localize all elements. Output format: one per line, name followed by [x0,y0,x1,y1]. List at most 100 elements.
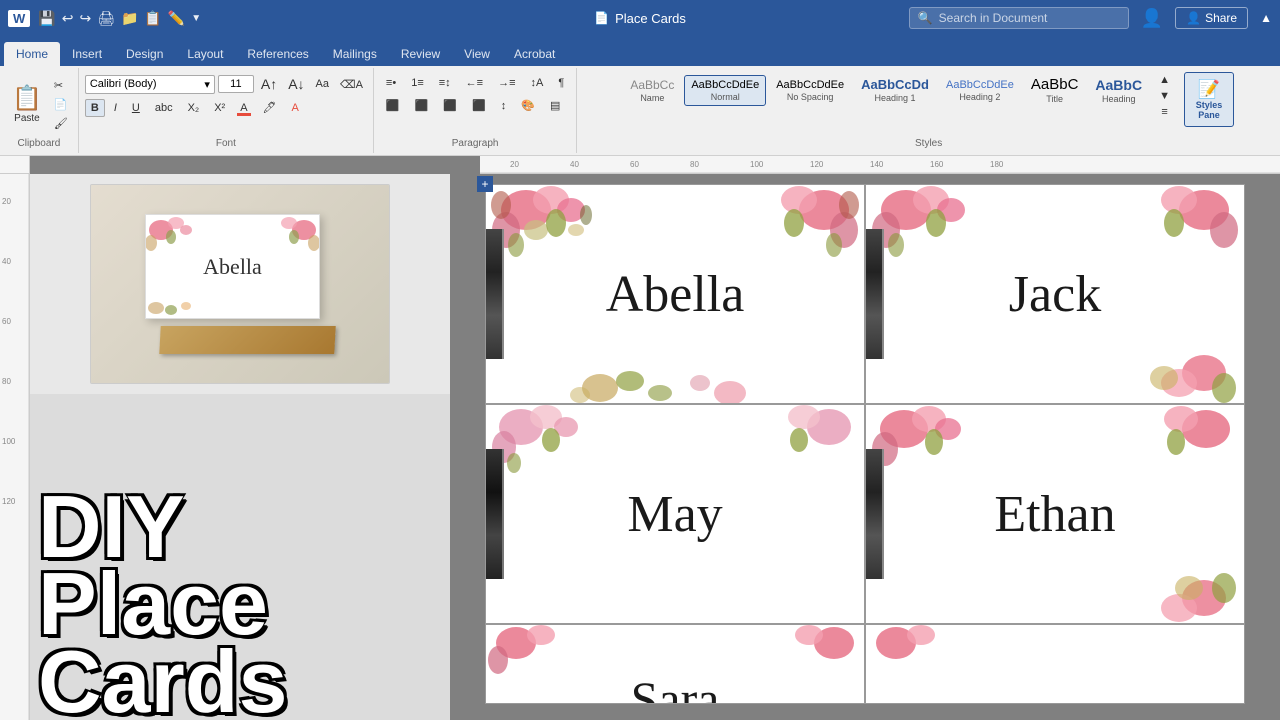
highlight-button[interactable]: 🖊 [257,98,283,117]
sort-button[interactable]: ↕A [525,74,550,92]
main-area: 20 40 60 80 100 120 [0,174,1280,720]
save-icon[interactable]: 💾 [38,10,55,27]
align-center-button[interactable]: ⬛ [409,96,435,115]
redo-icon[interactable]: ↪ [79,10,91,27]
card-abella[interactable]: Abella [485,184,865,404]
numbering-button[interactable]: 1≡ [405,74,430,92]
line-spacing-button[interactable]: ↕ [495,97,513,115]
align-right-button[interactable]: ⬛ [437,96,463,115]
search-bar[interactable]: 🔍 [909,7,1129,29]
card-jack[interactable]: Jack [865,184,1245,404]
tab-acrobat[interactable]: Acrobat [502,42,567,66]
quick-access-toolbar: 💾 ↩ ↪ 🖨 📁 📋 ✏️ ▼ [38,10,201,27]
style-heading-extra[interactable]: AaBbC Heading [1088,73,1149,108]
tab-references[interactable]: References [235,42,320,66]
bold-button[interactable]: B [85,99,105,117]
doc-area: + [450,174,1280,720]
font-shrink-button[interactable]: A↓ [284,74,308,94]
styles-scroll-up[interactable]: ▲ [1155,72,1174,88]
thumbnail-background: Abella [91,185,389,383]
font-row-top: Calibri (Body) ▾ 11 A↑ A↓ Aa ⌫A [85,74,367,94]
borders-button[interactable]: ▤ [544,96,566,115]
undo-icon[interactable]: ↩ [62,10,74,27]
styles-pane-button[interactable]: 📝 StylesPane [1184,72,1234,127]
increase-indent-button[interactable]: →≡ [492,74,521,92]
styles-scroll-down[interactable]: ▼ [1155,88,1174,104]
bold-label: B [91,102,99,114]
tab-mailings[interactable]: Mailings [321,42,389,66]
card3-name: May [627,485,722,544]
paste-icon: 📋 [12,84,42,113]
style-heading2[interactable]: AaBbCcDdEe Heading 2 [939,75,1021,106]
clear-format-button[interactable]: ⌫A [336,76,367,93]
customize-qa-icon[interactable]: ▼ [191,13,201,24]
style-name[interactable]: AaBbCc Name [623,74,681,107]
card1-feather-left [486,229,504,360]
multilevel-button[interactable]: ≡↕ [433,74,457,92]
card2-name: Jack [1009,265,1101,324]
style-heading1-label: Heading 1 [875,93,916,103]
thumbnail-card-face: Abella [145,214,320,319]
tab-view[interactable]: View [452,42,502,66]
ribbon-tabs: Home Insert Design Layout References Mai… [0,36,1280,66]
share-icon: 👤 [1186,11,1201,25]
strikethrough-button[interactable]: abc [149,99,179,117]
subscript-button[interactable]: X₂ [182,99,206,117]
superscript-button[interactable]: X² [208,99,231,117]
cut-button[interactable]: ✂ [50,77,72,94]
paragraph-label: Paragraph [452,138,499,151]
card-ethan[interactable]: Ethan [865,404,1245,624]
search-input[interactable] [939,11,1120,25]
underline-button[interactable]: U [126,99,146,117]
format-painter-button[interactable]: 🖌 [50,115,72,132]
text-color-button[interactable]: A [234,99,253,117]
style-no-spacing[interactable]: AaBbCcDdEe No Spacing [769,75,851,106]
tab-review[interactable]: Review [389,42,452,66]
font-grow-button[interactable]: A↑ [257,74,281,94]
styles-section: AaBbCc Name AaBbCcDdEe Normal AaBbCcDdEe… [577,68,1280,153]
table-move-handle[interactable]: + [477,176,493,192]
change-case-button[interactable]: Aa [312,76,333,92]
card-partial-left[interactable]: Sara [485,624,865,704]
align-left-button[interactable]: ⬛ [380,96,406,115]
touch-icon[interactable]: ✏️ [168,10,185,27]
font-name-dropdown[interactable]: Calibri (Body) ▾ [85,75,215,94]
share-button[interactable]: 👤 Share [1175,7,1248,29]
tab-layout[interactable]: Layout [175,42,235,66]
style-heading1[interactable]: AaBbCcDd Heading 1 [854,73,936,107]
vert-ruler-svg: 20 40 60 80 100 120 [0,174,29,720]
card2-feather-left [866,229,884,360]
shading-button[interactable]: 🎨 [515,96,541,115]
tab-home[interactable]: Home [4,42,60,66]
paragraph-row-bottom: ⬛ ⬛ ⬛ ⬛ ↕ 🎨 ▤ [380,96,570,115]
cut-icon: ✂ [54,79,63,92]
tab-insert[interactable]: Insert [60,42,114,66]
italic-button[interactable]: I [108,99,123,117]
copy-button[interactable]: 📄 [50,96,72,113]
style-normal[interactable]: AaBbCcDdEe Normal [684,75,766,106]
print-icon[interactable]: 🖨 [97,10,115,27]
thumbnail-floral-bl [146,288,216,318]
partial-floral-tr [764,625,864,685]
card4-name: Ethan [994,485,1115,544]
user-account-icon[interactable]: 👤 [1141,8,1163,29]
paste-button[interactable]: 📋 Paste [6,80,48,128]
diy-title-text: DIY Place Cards [38,488,450,720]
bullets-button[interactable]: ≡• [380,74,402,92]
left-sidebar: Abella DIY Place Cards [30,174,450,720]
font-size-box[interactable]: 11 [218,75,254,93]
open-icon[interactable]: 📁 [121,10,138,27]
format-painter-icon: 🖌 [54,117,68,130]
ribbon-collapse-icon[interactable]: ▲ [1260,11,1272,25]
clipboard-icon[interactable]: 📋 [144,10,161,27]
decrease-indent-button[interactable]: ←≡ [460,74,489,92]
style-title[interactable]: AaBbC Title [1024,72,1086,108]
show-marks-button[interactable]: ¶ [552,74,570,92]
card-may[interactable]: May [485,404,865,624]
styles-more[interactable]: ≡ [1157,104,1171,120]
tab-design[interactable]: Design [114,42,175,66]
font-color-button[interactable]: A [286,99,305,117]
card-partial-right[interactable] [865,624,1245,704]
justify-button[interactable]: ⬛ [466,96,492,115]
svg-text:80: 80 [2,377,11,386]
